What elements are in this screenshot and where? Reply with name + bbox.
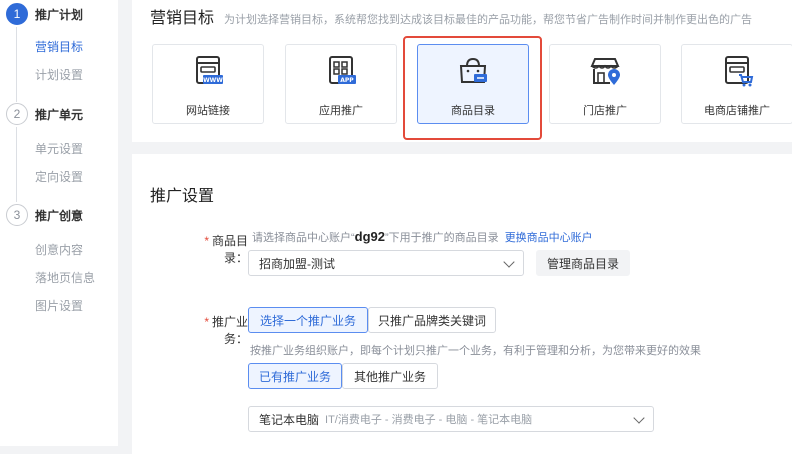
catalog-hint: 请选择商品中心账户“dg92”下用于推广的商品目录 更换商品中心账户 [252, 229, 593, 245]
sidebar-item-marketing-goal[interactable]: 营销目标 [35, 38, 83, 55]
business-select-value: 笔记本电脑 [259, 412, 320, 427]
step-2-number: 2 [6, 103, 28, 125]
step-connector [16, 127, 17, 202]
catalog-hint-prefix: 请选择商品中心账户“ [252, 232, 355, 244]
promotion-settings-title: 推广设置 [150, 188, 215, 205]
catalog-select-value: 招商加盟-测试 [259, 256, 335, 271]
brand-keywords-only-option[interactable]: 只推广品牌类关键词 [368, 307, 496, 333]
sidebar-item-landing-page-info[interactable]: 落地页信息 [35, 269, 95, 286]
step-3-number: 3 [6, 204, 28, 226]
store-promotion-icon [590, 58, 620, 85]
website-link-icon: WWW [196, 56, 223, 84]
goal-card-app-promotion[interactable]: APP 应用推广 [285, 44, 397, 124]
sidebar: 1 推广计划 营销目标 计划设置 2 推广单元 单元设置 定向设置 3 推广创意… [0, 0, 118, 446]
sidebar-item-plan-settings[interactable]: 计划设置 [35, 66, 83, 83]
goal-card-label: 商品目录 [451, 105, 495, 117]
manage-catalog-button[interactable]: 管理商品目录 [536, 250, 630, 276]
step-3-label: 推广创意 [35, 208, 84, 223]
business-label: * 推广业务： [182, 313, 248, 347]
goal-card-label: 门店推广 [583, 105, 627, 117]
select-business-option[interactable]: 选择一个推广业务 [248, 307, 368, 333]
existing-business-option[interactable]: 已有推广业务 [248, 363, 342, 389]
svg-text:APP: APP [340, 77, 354, 84]
sidebar-item-image-settings[interactable]: 图片设置 [35, 297, 83, 314]
step-2[interactable]: 2 推广单元 [6, 103, 83, 125]
account-name: dg92 [354, 229, 386, 244]
catalog-label-text: 商品目录： [211, 234, 248, 265]
business-hint: 按推广业务组织账户，即每个计划只推广一个业务，有利于管理和分析，为您带来更好的效… [250, 345, 701, 357]
goal-card-website-link[interactable]: WWW 网站链接 [152, 44, 264, 124]
goal-card-label: 电商店铺推广 [704, 105, 770, 117]
svg-text:WWW: WWW [203, 77, 223, 84]
switch-account-link[interactable]: 更换商品中心账户 [505, 232, 593, 244]
goal-card-ecommerce-store[interactable]: 电商店铺推广 [681, 44, 792, 124]
marketing-goal-header: 营销目标 为计划选择营销目标，系统帮您找到达成该目标最佳的产品功能，帮您节省广告… [150, 4, 752, 28]
app-promotion-icon: APP [329, 56, 356, 84]
product-catalog-icon [459, 57, 487, 83]
business-category-path: IT/消费电子 - 消费电子 - 电脑 - 笔记本电脑 [325, 414, 533, 426]
marketing-goal-title: 营销目标 [150, 10, 215, 27]
required-mark: * [204, 234, 209, 248]
sidebar-item-targeting-settings[interactable]: 定向设置 [35, 168, 83, 185]
chevron-down-icon [503, 256, 515, 268]
marketing-goal-description: 为计划选择营销目标，系统帮您找到达成该目标最佳的产品功能，帮您节省广告制作时间并… [224, 14, 753, 26]
ecommerce-store-icon [725, 56, 754, 87]
step-1[interactable]: 1 推广计划 [6, 3, 83, 25]
chevron-down-icon [633, 412, 645, 424]
step-2-label: 推广单元 [35, 107, 84, 122]
step-3[interactable]: 3 推广创意 [6, 204, 83, 226]
goal-card-product-catalog[interactable]: 商品目录 [417, 44, 529, 124]
catalog-hint-suffix: ”下用于推广的商品目录 [385, 232, 499, 244]
goal-card-store-promotion[interactable]: 门店推广 [549, 44, 661, 124]
required-mark: * [204, 315, 209, 329]
business-select[interactable]: 笔记本电脑 IT/消费电子 - 消费电子 - 电脑 - 笔记本电脑 [248, 406, 654, 432]
marketing-goal-panel: 营销目标 为计划选择营销目标，系统帮您找到达成该目标最佳的产品功能，帮您节省广告… [132, 0, 792, 142]
other-business-option[interactable]: 其他推广业务 [342, 363, 438, 389]
step-connector [16, 27, 17, 102]
catalog-label: * 商品目录： [182, 232, 248, 266]
goal-card-label: 网站链接 [186, 105, 230, 117]
promotion-settings-panel: 推广设置 * 商品目录： 请选择商品中心账户“dg92”下用于推广的商品目录 更换商… [132, 154, 792, 454]
step-1-number: 1 [6, 3, 28, 25]
business-label-text: 推广业务： [211, 315, 248, 346]
goal-card-label: 应用推广 [319, 105, 363, 117]
sidebar-item-unit-settings[interactable]: 单元设置 [35, 140, 83, 157]
sidebar-item-creative-content[interactable]: 创意内容 [35, 241, 83, 258]
catalog-select[interactable]: 招商加盟-测试 [248, 250, 524, 276]
step-1-label: 推广计划 [35, 7, 84, 22]
